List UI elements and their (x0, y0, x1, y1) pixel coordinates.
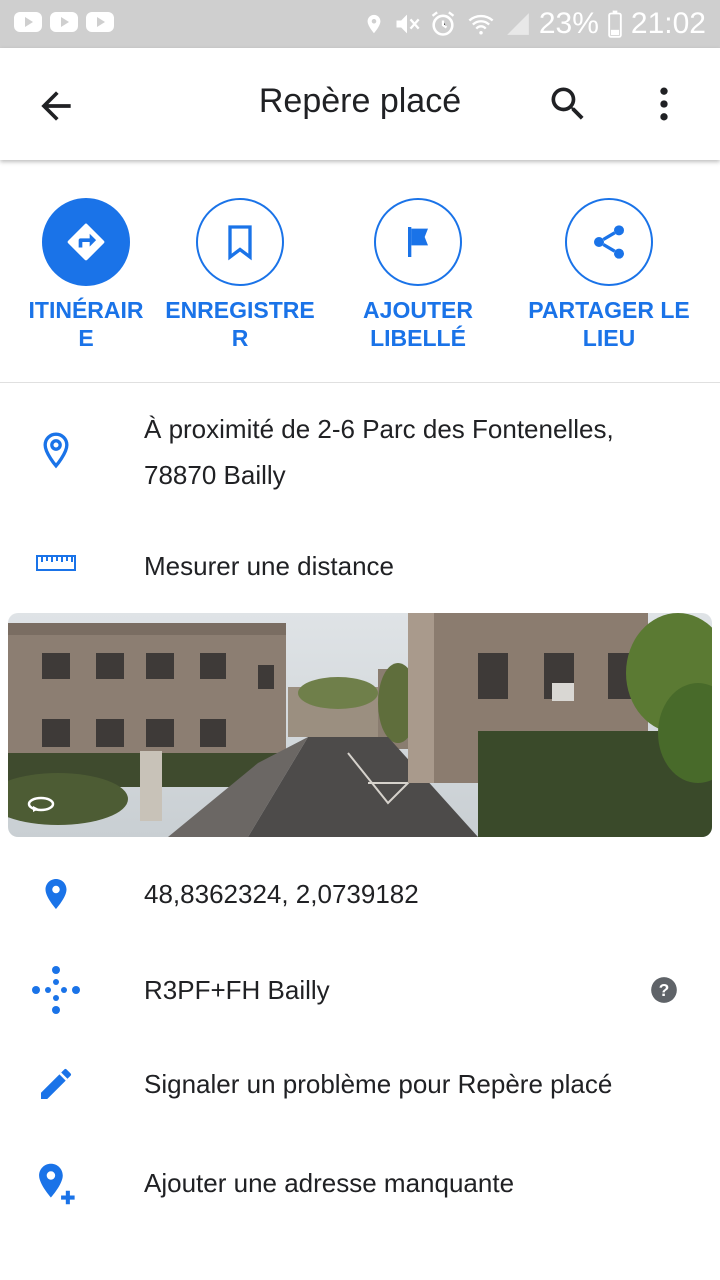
search-icon (551, 87, 584, 120)
status-bar: 23% 21:02 (0, 0, 720, 48)
clock: 21:02 (630, 7, 706, 40)
directions-button[interactable]: ITINÉRAIR E (22, 198, 150, 352)
street-view-image (8, 613, 712, 837)
add-label-label: AJOUTER LIBELLÉ (363, 297, 473, 351)
plus-code-help-button[interactable]: ? (650, 976, 678, 1009)
alarm-icon (431, 11, 455, 36)
address-line-2: 78870 Bailly (144, 460, 286, 490)
youtube-notification-icon (86, 12, 114, 32)
share-button[interactable]: PARTAGER LE LIEU (526, 198, 692, 352)
save-button[interactable]: ENREGISTRE R (165, 198, 315, 352)
app-bar: Repère placé (0, 48, 720, 160)
coordinates-text[interactable]: 48,8362324, 2,0739182 (144, 871, 419, 917)
address-line-1: À proximité de 2-6 Parc des Fontenelles, (144, 414, 614, 444)
share-label: PARTAGER LE LIEU (528, 297, 690, 351)
page-title: Repère placé (258, 82, 462, 120)
svg-text:?: ? (659, 980, 670, 1000)
save-circle[interactable] (196, 198, 284, 286)
battery-icon (608, 10, 622, 38)
add-label-circle[interactable] (374, 198, 462, 286)
bookmark-icon (228, 225, 252, 261)
plus-code-text[interactable]: R3PF+FH Bailly (144, 967, 330, 1013)
share-circle[interactable] (565, 198, 653, 286)
more-options-button[interactable] (642, 82, 686, 126)
place-filled-icon (45, 879, 67, 909)
edit-pencil-icon (41, 1068, 72, 1099)
coordinates-row-icon (26, 872, 86, 916)
directions-icon (67, 223, 105, 261)
add-label-button[interactable]: AJOUTER LIBELLÉ (348, 198, 488, 352)
divider (0, 382, 720, 383)
help-icon: ? (651, 977, 677, 1003)
youtube-notification-icon (14, 12, 42, 32)
location-status-icon (367, 14, 381, 34)
measure-row-icon (26, 552, 86, 576)
mute-icon (396, 14, 420, 34)
signal-icon (507, 13, 529, 35)
report-problem-text[interactable]: Signaler un problème pour Repère placé (144, 1061, 612, 1107)
youtube-notification-icon (50, 12, 78, 32)
share-icon (594, 225, 624, 259)
measure-distance[interactable]: Mesurer une distance (144, 543, 394, 589)
add-address-text[interactable]: Ajouter une adresse manquante (144, 1160, 514, 1206)
address-row-icon (26, 428, 86, 472)
save-label: ENREGISTRE R (165, 297, 315, 351)
wifi-icon (468, 14, 494, 35)
place-outline-icon (43, 432, 69, 469)
directions-circle[interactable] (42, 198, 130, 286)
report-row-icon (26, 1064, 86, 1104)
more-vert-icon (660, 87, 668, 121)
plus-code-icon (32, 966, 80, 1014)
add-location-icon (39, 1163, 75, 1205)
battery-percent: 23% (538, 7, 599, 40)
search-button[interactable] (546, 82, 590, 126)
street-view-photo[interactable] (8, 613, 712, 837)
address-text[interactable]: À proximité de 2-6 Parc des Fontenelles,… (144, 406, 614, 498)
add-address-row-icon (26, 1160, 86, 1208)
flag-icon (408, 227, 428, 257)
rotate-360-icon (27, 796, 55, 812)
plus-code-row-icon (26, 964, 86, 1016)
directions-label: ITINÉRAIR E (28, 297, 144, 351)
ruler-icon (36, 555, 76, 571)
